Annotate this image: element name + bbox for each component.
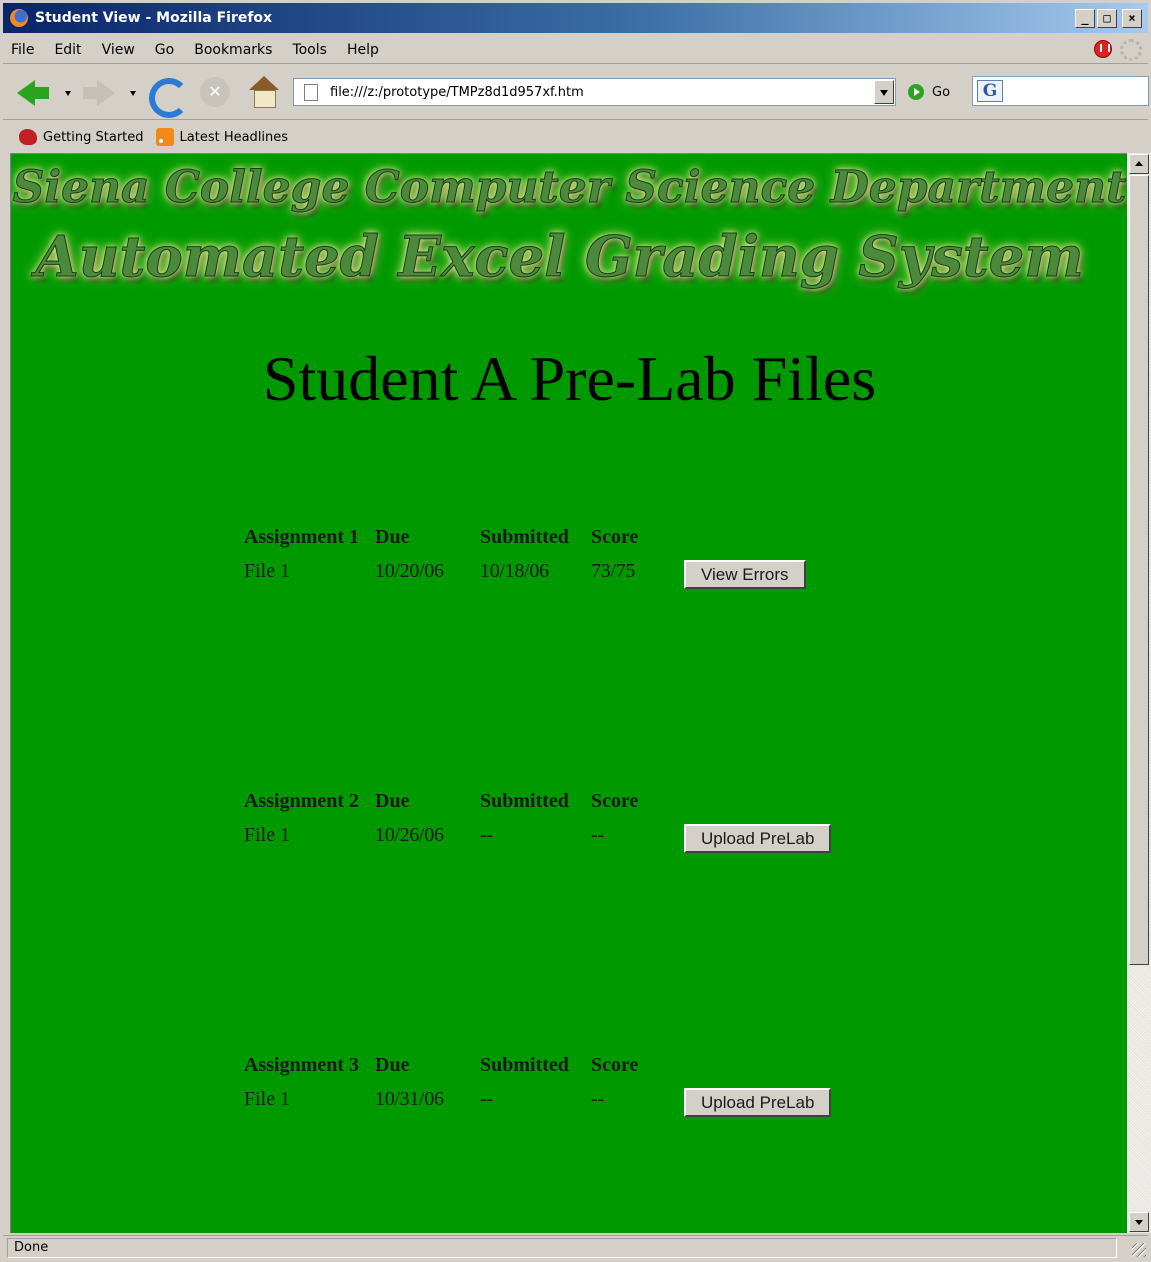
due-date: 10/26/06	[375, 824, 444, 846]
assignment-block: Assignment 2 Due Submitted Score File 1 …	[244, 786, 944, 854]
back-icon[interactable]	[17, 76, 51, 110]
maximize-button[interactable]: □	[1097, 9, 1117, 28]
submitted-header: Submitted	[480, 526, 569, 548]
submitted-date: 10/18/06	[480, 560, 549, 582]
page-icon	[304, 83, 318, 101]
scroll-up-icon[interactable]	[1129, 154, 1149, 174]
menu-help[interactable]: Help	[347, 42, 379, 58]
assignment-header: Assignment 3 Due Submitted Score	[244, 1050, 944, 1084]
file-row: File 1 10/26/06 -- -- Upload PreLab	[244, 820, 944, 854]
score-value: 73/75	[591, 560, 636, 582]
firefox-icon	[10, 9, 28, 27]
score-header: Score	[591, 1054, 639, 1076]
url-input[interactable]	[330, 84, 870, 100]
close-button[interactable]: ×	[1122, 9, 1142, 28]
bookmark-label: Latest Headlines	[179, 129, 289, 145]
page-title: Student A Pre-Lab Files	[262, 343, 877, 414]
due-header: Due	[375, 1054, 410, 1076]
banner-department: Siena College Computer Science Departmen…	[12, 162, 1127, 214]
google-search-icon[interactable]: G	[977, 80, 1003, 102]
url-history-dropdown-icon[interactable]	[874, 80, 894, 104]
forward-history-dropdown-icon[interactable]	[130, 91, 136, 96]
forward-icon[interactable]	[83, 76, 117, 110]
go-label: Go	[932, 84, 951, 100]
file-name: File 1	[244, 824, 291, 846]
page-viewport: Siena College Computer Science Departmen…	[10, 153, 1127, 1233]
status-bar: Done	[3, 1235, 1148, 1259]
reload-icon[interactable]	[147, 76, 189, 118]
banner-system: Automated Excel Grading System	[35, 224, 1084, 291]
due-header: Due	[375, 790, 410, 812]
submitted-date: --	[480, 1088, 493, 1110]
assignment-block: Assignment 3 Due Submitted Score File 1 …	[244, 1050, 944, 1118]
score-header: Score	[591, 790, 639, 812]
file-name: File 1	[244, 1088, 291, 1110]
upload-prelab-button[interactable]: Upload PreLab	[684, 824, 832, 853]
address-bar[interactable]	[293, 78, 896, 106]
home-icon[interactable]	[247, 76, 281, 110]
menu-file[interactable]: File	[11, 42, 34, 58]
window-controls: _ □ ×	[1075, 9, 1142, 28]
due-date: 10/20/06	[375, 560, 444, 582]
submitted-header: Submitted	[480, 790, 569, 812]
menu-tools[interactable]: Tools	[292, 42, 327, 58]
resize-grip-icon[interactable]	[1132, 1243, 1146, 1257]
status-text: Done	[7, 1238, 1117, 1258]
navigation-toolbar: Go G	[3, 66, 1149, 120]
assignment-name: Assignment 2	[244, 790, 360, 812]
vertical-scrollbar[interactable]	[1127, 153, 1151, 1233]
stop-icon[interactable]	[199, 76, 233, 110]
bookmarks-toolbar: Getting Started Latest Headlines	[3, 122, 1148, 152]
rss-icon	[155, 128, 174, 146]
assignment-name: Assignment 3	[244, 1054, 360, 1076]
bookmark-label: Getting Started	[43, 129, 144, 145]
assignment-header: Assignment 1 Due Submitted Score	[244, 522, 944, 556]
update-icon[interactable]	[1094, 40, 1112, 58]
assignment-name: Assignment 1	[244, 526, 360, 548]
assignment-block: Assignment 1 Due Submitted Score File 1 …	[244, 522, 944, 590]
due-header: Due	[375, 526, 410, 548]
search-input[interactable]: G	[972, 76, 1149, 106]
submitted-date: --	[480, 824, 493, 846]
go-icon	[908, 84, 924, 100]
score-value: --	[591, 1088, 604, 1110]
throbber-icon	[1120, 39, 1142, 61]
score-header: Score	[591, 526, 639, 548]
bookmark-getting-started[interactable]: Getting Started	[19, 129, 144, 145]
score-value: --	[591, 824, 604, 846]
menu-view[interactable]: View	[102, 42, 135, 58]
menu-bookmarks[interactable]: Bookmarks	[194, 42, 272, 58]
bookmark-latest-headlines[interactable]: Latest Headlines	[155, 128, 289, 146]
menu-go[interactable]: Go	[155, 42, 174, 58]
menu-edit[interactable]: Edit	[54, 42, 81, 58]
go-button[interactable]: Go	[908, 84, 950, 100]
firefox-bookmark-icon	[19, 129, 37, 145]
view-errors-button[interactable]: View Errors	[684, 560, 806, 589]
upload-prelab-button[interactable]: Upload PreLab	[684, 1088, 832, 1117]
assignment-header: Assignment 2 Due Submitted Score	[244, 786, 944, 820]
title-bar: Student View - Mozilla Firefox _ □ ×	[0, 0, 1151, 33]
due-date: 10/31/06	[375, 1088, 444, 1110]
window-title: Student View - Mozilla Firefox	[35, 10, 273, 26]
back-history-dropdown-icon[interactable]	[65, 91, 71, 96]
file-name: File 1	[244, 560, 291, 582]
minimize-button[interactable]: _	[1075, 9, 1095, 28]
scroll-down-icon[interactable]	[1129, 1212, 1149, 1232]
menu-bar: File Edit View Go Bookmarks Tools Help	[3, 36, 1148, 64]
scroll-thumb[interactable]	[1129, 175, 1149, 965]
file-row: File 1 10/31/06 -- -- Upload PreLab	[244, 1084, 944, 1118]
file-row: File 1 10/20/06 10/18/06 73/75 View Erro…	[244, 556, 944, 590]
submitted-header: Submitted	[480, 1054, 569, 1076]
